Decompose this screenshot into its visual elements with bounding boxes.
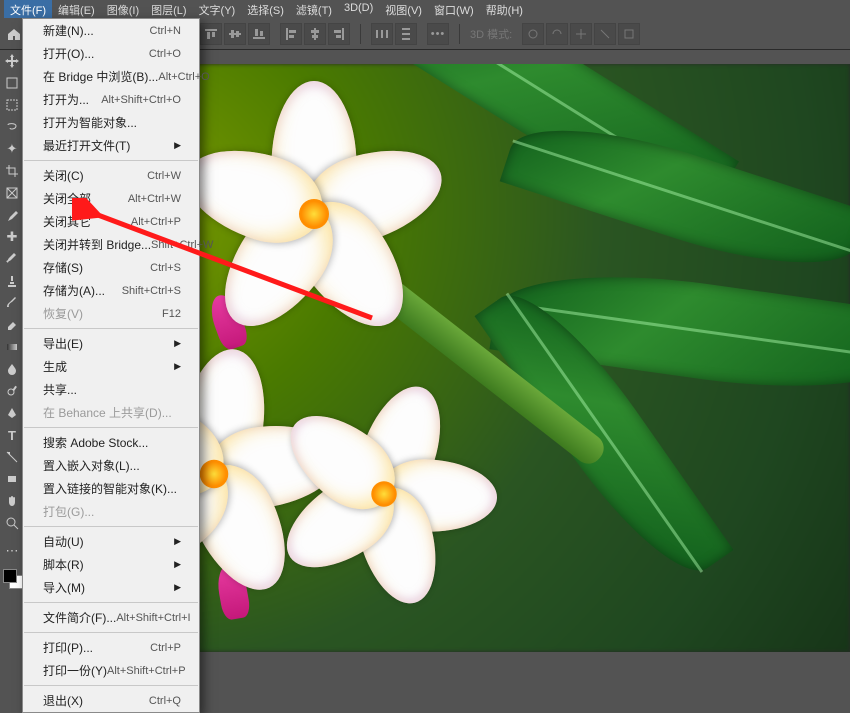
3d-roll-icon[interactable] [546, 23, 568, 45]
file-menu-item[interactable]: 导出(E)▶ [23, 332, 199, 355]
file-menu-item: 恢复(V)F12 [23, 302, 199, 325]
align-bottom-icon[interactable] [248, 23, 270, 45]
menu-select[interactable]: 选择(S) [241, 0, 290, 18]
gradient-tool-icon[interactable] [0, 336, 24, 358]
path-tool-icon[interactable] [0, 446, 24, 468]
file-menu-item[interactable]: 自动(U)▶ [23, 530, 199, 553]
menu-help[interactable]: 帮助(H) [480, 0, 529, 18]
eraser-tool-icon[interactable] [0, 314, 24, 336]
file-menu-item[interactable]: 打开为智能对象... [23, 111, 199, 134]
file-menu-item[interactable]: 脚本(R)▶ [23, 553, 199, 576]
menu-window[interactable]: 窗口(W) [428, 0, 480, 18]
file-menu-item: 在 Behance 上共享(D)... [23, 401, 199, 424]
hand-tool-icon[interactable] [0, 490, 24, 512]
brush-tool-icon[interactable] [0, 248, 24, 270]
distribute-group [371, 23, 417, 45]
menu-type[interactable]: 文字(Y) [193, 0, 242, 18]
menu-file[interactable]: 文件(F) [4, 0, 52, 18]
file-menu-item[interactable]: 打印(P)...Ctrl+P [23, 636, 199, 659]
align-left-icon[interactable] [280, 23, 302, 45]
file-menu-item: 打包(G)... [23, 500, 199, 523]
align-right-icon[interactable] [328, 23, 350, 45]
menu-image[interactable]: 图像(I) [101, 0, 145, 18]
heal-tool-icon[interactable]: ✚ [0, 226, 24, 248]
file-menu-dropdown: 新建(N)...Ctrl+N打开(O)...Ctrl+O在 Bridge 中浏览… [22, 18, 200, 713]
file-menu-item[interactable]: 置入链接的智能对象(K)... [23, 477, 199, 500]
color-swatches[interactable] [2, 568, 22, 596]
file-menu-item[interactable]: 新建(N)...Ctrl+N [23, 19, 199, 42]
file-menu-item[interactable]: 打开(O)...Ctrl+O [23, 42, 199, 65]
marquee-tool-icon[interactable] [0, 94, 24, 116]
3d-mode-group [522, 23, 640, 45]
foreground-color-swatch[interactable] [3, 569, 17, 583]
3d-pan-icon[interactable] [570, 23, 592, 45]
tools-panel: ✦ ✚ T ⋯ [0, 50, 24, 602]
align-h-group [280, 23, 350, 45]
rectangle-tool-icon[interactable] [0, 468, 24, 490]
frame-tool-icon[interactable] [0, 182, 24, 204]
file-menu-item[interactable]: 置入嵌入对象(L)... [23, 454, 199, 477]
file-menu-item[interactable]: 导入(M)▶ [23, 576, 199, 599]
file-menu-item[interactable]: 关闭其它Alt+Ctrl+P [23, 210, 199, 233]
menu-filter[interactable]: 滤镜(T) [290, 0, 338, 18]
file-menu-item[interactable]: 打印一份(Y)Alt+Shift+Ctrl+P [23, 659, 199, 682]
menu-view[interactable]: 视图(V) [379, 0, 428, 18]
file-menu-item[interactable]: 搜索 Adobe Stock... [23, 431, 199, 454]
file-menu-item[interactable]: 退出(X)Ctrl+Q [23, 689, 199, 712]
pen-tool-icon[interactable] [0, 402, 24, 424]
more-tools-icon[interactable]: ⋯ [0, 540, 24, 562]
3d-mode-label: 3D 模式: [470, 26, 512, 42]
file-menu-item[interactable]: 存储(S)Ctrl+S [23, 256, 199, 279]
distribute-v-icon[interactable] [395, 23, 417, 45]
artboard-tool-icon[interactable] [0, 72, 24, 94]
file-menu-item[interactable]: 打开为...Alt+Shift+Ctrl+O [23, 88, 199, 111]
file-menu-item[interactable]: 关闭并转到 Bridge...Shift+Ctrl+W [23, 233, 199, 256]
stamp-tool-icon[interactable] [0, 270, 24, 292]
file-menu-item[interactable]: 生成▶ [23, 355, 199, 378]
file-menu-item[interactable]: 共享... [23, 378, 199, 401]
menu-layer[interactable]: 图层(L) [145, 0, 192, 18]
wand-tool-icon[interactable]: ✦ [0, 138, 24, 160]
3d-orbit-icon[interactable] [522, 23, 544, 45]
zoom-tool-icon[interactable] [0, 512, 24, 534]
move-tool-icon[interactable] [0, 50, 24, 72]
menubar: 文件(F) 编辑(E) 图像(I) 图层(L) 文字(Y) 选择(S) 滤镜(T… [0, 0, 850, 18]
align-top-icon[interactable] [200, 23, 222, 45]
file-menu-item[interactable]: 最近打开文件(T)▶ [23, 134, 199, 157]
eyedropper-tool-icon[interactable] [0, 204, 24, 226]
history-brush-tool-icon[interactable] [0, 292, 24, 314]
more-align-icon[interactable]: ••• [427, 23, 449, 45]
file-menu-item[interactable]: 存储为(A)...Shift+Ctrl+S [23, 279, 199, 302]
menu-3d[interactable]: 3D(D) [338, 0, 379, 18]
blur-tool-icon[interactable] [0, 358, 24, 380]
3d-slide-icon[interactable] [594, 23, 616, 45]
align-hcenter-icon[interactable] [304, 23, 326, 45]
menu-edit[interactable]: 编辑(E) [52, 0, 101, 18]
type-tool-icon[interactable]: T [0, 424, 24, 446]
align-group [200, 23, 270, 45]
file-menu-item[interactable]: 在 Bridge 中浏览(B)...Alt+Ctrl+O [23, 65, 199, 88]
align-vcenter-icon[interactable] [224, 23, 246, 45]
file-menu-item[interactable]: 文件简介(F)...Alt+Shift+Ctrl+I [23, 606, 199, 629]
home-icon[interactable] [6, 26, 22, 42]
crop-tool-icon[interactable] [0, 160, 24, 182]
file-menu-item[interactable]: 关闭全部Alt+Ctrl+W [23, 187, 199, 210]
3d-scale-icon[interactable] [618, 23, 640, 45]
file-menu-item[interactable]: 关闭(C)Ctrl+W [23, 164, 199, 187]
distribute-h-icon[interactable] [371, 23, 393, 45]
dodge-tool-icon[interactable] [0, 380, 24, 402]
lasso-tool-icon[interactable] [0, 116, 24, 138]
